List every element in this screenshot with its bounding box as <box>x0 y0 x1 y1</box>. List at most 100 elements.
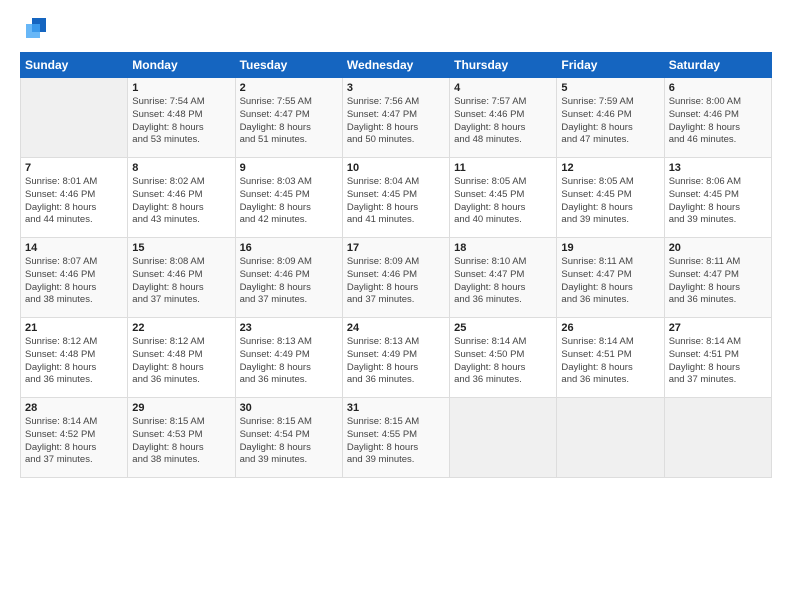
day-number: 11 <box>454 162 552 174</box>
calendar-week-row: 28 Sunrise: 8:14 AM Sunset: 4:52 PM Dayli… <box>21 398 772 478</box>
cell-info: Sunrise: 8:05 AM Sunset: 4:45 PM Dayligh… <box>561 176 659 227</box>
day-number: 17 <box>347 242 445 254</box>
header-day: Sunday <box>21 53 128 78</box>
calendar-cell: 11Sunrise: 8:05 AM Sunset: 4:45 PM Dayli… <box>450 158 557 238</box>
day-number: 4 <box>454 82 552 94</box>
cell-info: Sunrise: 8:04 AM Sunset: 4:45 PM Dayligh… <box>347 176 445 227</box>
cell-info: Sunrise: 8:13 AM Sunset: 4:49 PM Dayligh… <box>347 336 445 387</box>
header-row: SundayMondayTuesdayWednesdayThursdayFrid… <box>21 53 772 78</box>
calendar-cell: 29 Sunrise: 8:15 AM Sunset: 4:53 PM Dayli… <box>128 398 235 478</box>
day-number: 23 <box>240 322 338 334</box>
page: SundayMondayTuesdayWednesdayThursdayFrid… <box>0 0 792 490</box>
calendar-cell: 14 Sunrise: 8:07 AM Sunset: 4:46 PM Dayli… <box>21 238 128 318</box>
day-number: 14 <box>25 242 123 254</box>
day-number: 3 <box>347 82 445 94</box>
calendar-cell: 2 Sunrise: 7:55 AM Sunset: 4:47 PM Daylig… <box>235 78 342 158</box>
calendar-cell: 1 Sunrise: 7:54 AM Sunset: 4:48 PM Daylig… <box>128 78 235 158</box>
calendar-cell: 25 Sunrise: 8:14 AM Sunset: 4:50 PM Dayli… <box>450 318 557 398</box>
calendar-cell: 10 Sunrise: 8:04 AM Sunset: 4:45 PM Dayli… <box>342 158 449 238</box>
cell-info: Sunrise: 7:56 AM Sunset: 4:47 PM Dayligh… <box>347 96 445 147</box>
cell-info: Sunrise: 8:12 AM Sunset: 4:48 PM Dayligh… <box>132 336 230 387</box>
calendar-cell: 24Sunrise: 8:13 AM Sunset: 4:49 PM Dayli… <box>342 318 449 398</box>
calendar-cell: 28 Sunrise: 8:14 AM Sunset: 4:52 PM Dayli… <box>21 398 128 478</box>
day-number: 19 <box>561 242 659 254</box>
day-number: 10 <box>347 162 445 174</box>
header-day: Wednesday <box>342 53 449 78</box>
calendar-cell: 12 Sunrise: 8:05 AM Sunset: 4:45 PM Dayli… <box>557 158 664 238</box>
calendar-week-row: 21 Sunrise: 8:12 AM Sunset: 4:48 PM Dayli… <box>21 318 772 398</box>
calendar-cell: 26Sunrise: 8:14 AM Sunset: 4:51 PM Dayli… <box>557 318 664 398</box>
calendar-cell: 23Sunrise: 8:13 AM Sunset: 4:49 PM Dayli… <box>235 318 342 398</box>
header-day: Thursday <box>450 53 557 78</box>
cell-info: Sunrise: 8:11 AM Sunset: 4:47 PM Dayligh… <box>669 256 767 307</box>
cell-info: Sunrise: 8:03 AM Sunset: 4:45 PM Dayligh… <box>240 176 338 227</box>
day-number: 5 <box>561 82 659 94</box>
calendar-cell <box>557 398 664 478</box>
cell-info: Sunrise: 8:00 AM Sunset: 4:46 PM Dayligh… <box>669 96 767 147</box>
calendar-cell: 21 Sunrise: 8:12 AM Sunset: 4:48 PM Dayli… <box>21 318 128 398</box>
cell-info: Sunrise: 8:15 AM Sunset: 4:53 PM Dayligh… <box>132 416 230 467</box>
calendar-cell: 13Sunrise: 8:06 AM Sunset: 4:45 PM Dayli… <box>664 158 771 238</box>
cell-info: Sunrise: 8:09 AM Sunset: 4:46 PM Dayligh… <box>347 256 445 307</box>
day-number: 22 <box>132 322 230 334</box>
day-number: 21 <box>25 322 123 334</box>
cell-info: Sunrise: 8:01 AM Sunset: 4:46 PM Dayligh… <box>25 176 123 227</box>
calendar-cell <box>450 398 557 478</box>
cell-info: Sunrise: 8:09 AM Sunset: 4:46 PM Dayligh… <box>240 256 338 307</box>
logo-icon <box>22 14 50 42</box>
cell-info: Sunrise: 8:15 AM Sunset: 4:55 PM Dayligh… <box>347 416 445 467</box>
day-number: 29 <box>132 402 230 414</box>
calendar-cell: 5 Sunrise: 7:59 AM Sunset: 4:46 PM Daylig… <box>557 78 664 158</box>
cell-info: Sunrise: 8:10 AM Sunset: 4:47 PM Dayligh… <box>454 256 552 307</box>
cell-info: Sunrise: 8:07 AM Sunset: 4:46 PM Dayligh… <box>25 256 123 307</box>
day-number: 20 <box>669 242 767 254</box>
calendar-table: SundayMondayTuesdayWednesdayThursdayFrid… <box>20 52 772 478</box>
day-number: 27 <box>669 322 767 334</box>
cell-info: Sunrise: 7:59 AM Sunset: 4:46 PM Dayligh… <box>561 96 659 147</box>
cell-info: Sunrise: 8:14 AM Sunset: 4:50 PM Dayligh… <box>454 336 552 387</box>
calendar-cell: 7 Sunrise: 8:01 AM Sunset: 4:46 PM Daylig… <box>21 158 128 238</box>
cell-info: Sunrise: 7:57 AM Sunset: 4:46 PM Dayligh… <box>454 96 552 147</box>
day-number: 30 <box>240 402 338 414</box>
day-number: 8 <box>132 162 230 174</box>
day-number: 2 <box>240 82 338 94</box>
calendar-cell: 6 Sunrise: 8:00 AM Sunset: 4:46 PM Daylig… <box>664 78 771 158</box>
cell-info: Sunrise: 8:14 AM Sunset: 4:51 PM Dayligh… <box>669 336 767 387</box>
header-day: Saturday <box>664 53 771 78</box>
cell-info: Sunrise: 7:54 AM Sunset: 4:48 PM Dayligh… <box>132 96 230 147</box>
cell-info: Sunrise: 8:06 AM Sunset: 4:45 PM Dayligh… <box>669 176 767 227</box>
header-day: Monday <box>128 53 235 78</box>
cell-info: Sunrise: 8:11 AM Sunset: 4:47 PM Dayligh… <box>561 256 659 307</box>
cell-info: Sunrise: 8:14 AM Sunset: 4:52 PM Dayligh… <box>25 416 123 467</box>
calendar-cell <box>21 78 128 158</box>
day-number: 12 <box>561 162 659 174</box>
day-number: 18 <box>454 242 552 254</box>
day-number: 1 <box>132 82 230 94</box>
calendar-cell: 19 Sunrise: 8:11 AM Sunset: 4:47 PM Dayli… <box>557 238 664 318</box>
day-number: 9 <box>240 162 338 174</box>
calendar-week-row: 14 Sunrise: 8:07 AM Sunset: 4:46 PM Dayli… <box>21 238 772 318</box>
day-number: 25 <box>454 322 552 334</box>
cell-info: Sunrise: 7:55 AM Sunset: 4:47 PM Dayligh… <box>240 96 338 147</box>
calendar-cell: 17 Sunrise: 8:09 AM Sunset: 4:46 PM Dayli… <box>342 238 449 318</box>
logo <box>20 18 50 42</box>
calendar-cell: 27 Sunrise: 8:14 AM Sunset: 4:51 PM Dayli… <box>664 318 771 398</box>
calendar-cell <box>664 398 771 478</box>
day-number: 7 <box>25 162 123 174</box>
calendar-week-row: 7 Sunrise: 8:01 AM Sunset: 4:46 PM Daylig… <box>21 158 772 238</box>
calendar-cell: 18 Sunrise: 8:10 AM Sunset: 4:47 PM Dayli… <box>450 238 557 318</box>
header-day: Friday <box>557 53 664 78</box>
calendar-cell: 3 Sunrise: 7:56 AM Sunset: 4:47 PM Daylig… <box>342 78 449 158</box>
header <box>20 18 772 42</box>
cell-info: Sunrise: 8:02 AM Sunset: 4:46 PM Dayligh… <box>132 176 230 227</box>
day-number: 28 <box>25 402 123 414</box>
calendar-cell: 8 Sunrise: 8:02 AM Sunset: 4:46 PM Daylig… <box>128 158 235 238</box>
calendar-body: 1 Sunrise: 7:54 AM Sunset: 4:48 PM Daylig… <box>21 78 772 478</box>
cell-info: Sunrise: 8:12 AM Sunset: 4:48 PM Dayligh… <box>25 336 123 387</box>
cell-info: Sunrise: 8:08 AM Sunset: 4:46 PM Dayligh… <box>132 256 230 307</box>
day-number: 6 <box>669 82 767 94</box>
calendar-cell: 4 Sunrise: 7:57 AM Sunset: 4:46 PM Daylig… <box>450 78 557 158</box>
calendar-week-row: 1 Sunrise: 7:54 AM Sunset: 4:48 PM Daylig… <box>21 78 772 158</box>
calendar-cell: 22 Sunrise: 8:12 AM Sunset: 4:48 PM Dayli… <box>128 318 235 398</box>
calendar-cell: 15Sunrise: 8:08 AM Sunset: 4:46 PM Dayli… <box>128 238 235 318</box>
